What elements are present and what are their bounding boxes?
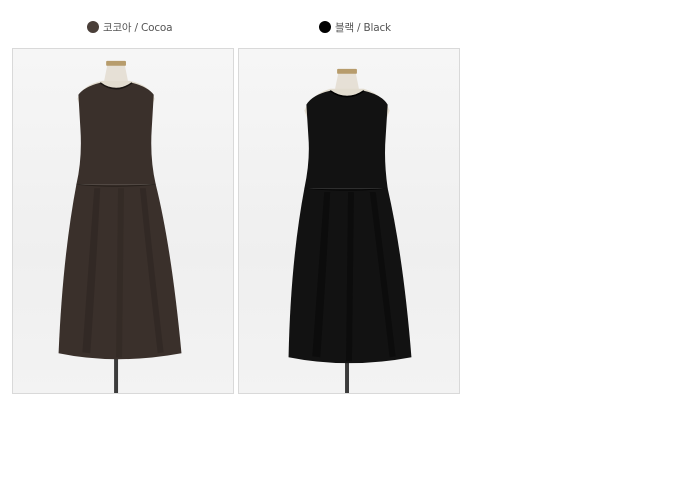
color-option-label: 블랙 / Black bbox=[335, 21, 391, 34]
color-option-black: 블랙 / Black bbox=[319, 19, 391, 35]
product-photo-black bbox=[238, 48, 460, 394]
mannequin-cap bbox=[337, 68, 357, 74]
cocoa-color-swatch bbox=[87, 21, 99, 33]
mannequin-cap bbox=[106, 60, 126, 66]
product-photo-cocoa bbox=[12, 48, 234, 394]
black-color-swatch bbox=[319, 21, 331, 33]
dress-on-mannequin-image bbox=[288, 68, 412, 393]
dress-bodice bbox=[304, 90, 388, 189]
dress-on-mannequin-image bbox=[58, 60, 182, 393]
dress-bodice bbox=[76, 82, 156, 185]
color-option-cocoa: 코코아 / Cocoa bbox=[87, 19, 173, 35]
color-option-label: 코코아 / Cocoa bbox=[103, 21, 173, 34]
